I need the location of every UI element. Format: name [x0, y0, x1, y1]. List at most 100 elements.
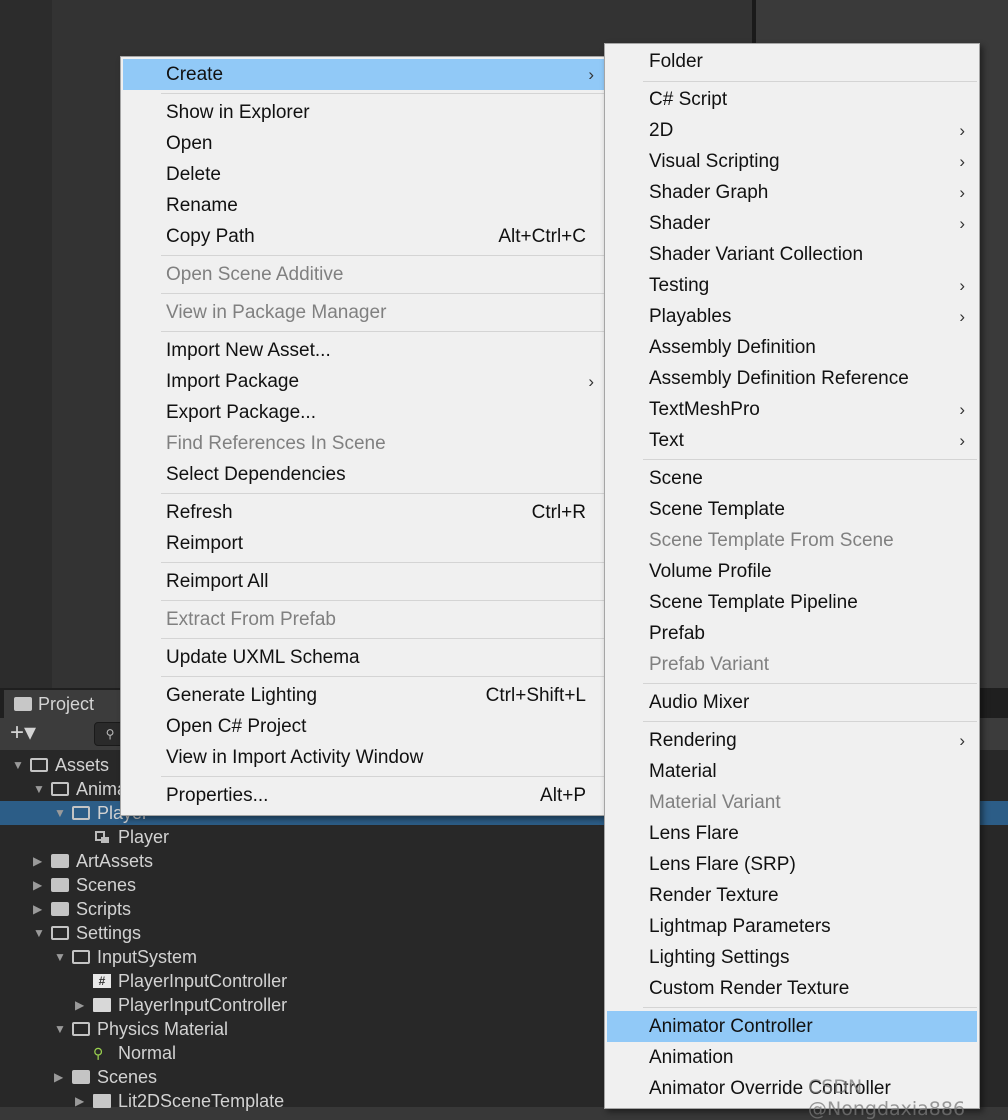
- menu-separator: [161, 562, 606, 563]
- collapse-arrow-icon[interactable]: ▶: [54, 1065, 66, 1089]
- create-item-prefab[interactable]: Prefab: [607, 618, 977, 649]
- collapse-arrow-icon[interactable]: ▶: [75, 993, 87, 1017]
- menu-item-label: Find References In Scene: [166, 433, 386, 454]
- expand-arrow-icon[interactable]: ▼: [33, 921, 45, 945]
- create-item-text[interactable]: Text ›: [607, 425, 977, 456]
- menu-item-properties[interactable]: Properties... Alt+P: [123, 780, 606, 811]
- create-item-render-texture[interactable]: Render Texture: [607, 880, 977, 911]
- menu-item-create[interactable]: Create ›: [123, 59, 606, 90]
- menu-item-open-c-project[interactable]: Open C# Project: [123, 711, 606, 742]
- create-item-volume-profile[interactable]: Volume Profile: [607, 556, 977, 587]
- shortcut-label: Alt+P: [540, 785, 586, 806]
- scene-template-icon: [93, 1094, 111, 1108]
- collapse-arrow-icon[interactable]: ▶: [33, 849, 45, 873]
- create-item-shader[interactable]: Shader ›: [607, 208, 977, 239]
- expand-arrow-icon[interactable]: ▼: [33, 777, 45, 801]
- create-item-2d[interactable]: 2D ›: [607, 115, 977, 146]
- menu-item-delete[interactable]: Delete: [123, 159, 606, 190]
- tree-item-label: PlayerInputController: [118, 995, 288, 1015]
- menu-item-label: Open C# Project: [166, 716, 307, 737]
- animator-icon: [93, 830, 111, 844]
- menu-item-label: Import Package: [166, 371, 300, 392]
- menu-item-label: Copy Path: [166, 226, 255, 247]
- create-item-label: Lightmap Parameters: [649, 916, 831, 937]
- create-submenu: Folder C# Script 2D › Visual Scripting › Shade…: [604, 43, 980, 1109]
- menu-item-import-new-asset[interactable]: Import New Asset...: [123, 335, 606, 366]
- create-item-label: Scene Template: [649, 499, 785, 520]
- create-item-material[interactable]: Material: [607, 756, 977, 787]
- collapse-arrow-icon[interactable]: ▶: [75, 1089, 87, 1113]
- create-item-lighting-settings[interactable]: Lighting Settings: [607, 942, 977, 973]
- menu-item-export-package[interactable]: Export Package...: [123, 397, 606, 428]
- create-item-lightmap-parameters[interactable]: Lightmap Parameters: [607, 911, 977, 942]
- expand-arrow-icon[interactable]: ▼: [54, 801, 66, 825]
- create-item-scene-template-pipeline[interactable]: Scene Template Pipeline: [607, 587, 977, 618]
- create-item-assembly-definition-reference[interactable]: Assembly Definition Reference: [607, 363, 977, 394]
- create-item-audio-mixer[interactable]: Audio Mixer: [607, 687, 977, 718]
- menu-item-rename[interactable]: Rename: [123, 190, 606, 221]
- menu-separator: [161, 776, 606, 777]
- menu-item-update-uxml-schema[interactable]: Update UXML Schema: [123, 642, 606, 673]
- tree-item-label: Assets: [55, 755, 110, 775]
- tree-item-label: PlayerInputController: [118, 971, 288, 991]
- create-item-testing[interactable]: Testing ›: [607, 270, 977, 301]
- expand-arrow-icon[interactable]: ▼: [54, 945, 66, 969]
- shortcut-label: Alt+Ctrl+C: [498, 226, 586, 247]
- create-item-lens-flare[interactable]: Lens Flare: [607, 818, 977, 849]
- menu-item-import-package[interactable]: Import Package ›: [123, 366, 606, 397]
- menu-item-reimport-all[interactable]: Reimport All: [123, 566, 606, 597]
- create-item-rendering[interactable]: Rendering ›: [607, 725, 977, 756]
- menu-item-reimport[interactable]: Reimport: [123, 528, 606, 559]
- menu-item-find-references-in-scene: Find References In Scene: [123, 428, 606, 459]
- create-item-c-script[interactable]: C# Script: [607, 84, 977, 115]
- create-item-assembly-definition[interactable]: Assembly Definition: [607, 332, 977, 363]
- create-item-label: Render Texture: [649, 885, 779, 906]
- create-item-shader-graph[interactable]: Shader Graph ›: [607, 177, 977, 208]
- menu-item-show-in-explorer[interactable]: Show in Explorer: [123, 97, 606, 128]
- submenu-arrow-icon: ›: [588, 65, 594, 84]
- create-item-playables[interactable]: Playables ›: [607, 301, 977, 332]
- create-item-label: Shader Variant Collection: [649, 244, 864, 265]
- folder-open-icon: [72, 1022, 90, 1036]
- collapse-arrow-icon[interactable]: ▶: [33, 897, 45, 921]
- menu-item-label: Open: [166, 133, 213, 154]
- add-asset-button[interactable]: +▾: [10, 720, 36, 746]
- submenu-arrow-icon: ›: [959, 152, 965, 171]
- menu-item-generate-lighting[interactable]: Generate Lighting Ctrl+Shift+L: [123, 680, 606, 711]
- create-item-animator-controller[interactable]: Animator Controller: [607, 1011, 977, 1042]
- create-item-folder[interactable]: Folder: [607, 46, 977, 77]
- create-item-material-variant: Material Variant: [607, 787, 977, 818]
- tree-item-label: ArtAssets: [76, 851, 154, 871]
- menu-item-open[interactable]: Open: [123, 128, 606, 159]
- create-item-label: Scene Template Pipeline: [649, 592, 858, 613]
- create-item-textmeshpro[interactable]: TextMeshPro ›: [607, 394, 977, 425]
- menu-item-select-dependencies[interactable]: Select Dependencies: [123, 459, 606, 490]
- context-menu: Create › Show in Explorer Open Delete Rename C…: [120, 56, 609, 816]
- create-item-label: Text: [649, 430, 684, 451]
- collapse-arrow-icon[interactable]: ▶: [33, 873, 45, 897]
- create-item-visual-scripting[interactable]: Visual Scripting ›: [607, 146, 977, 177]
- tab-project[interactable]: Project: [4, 690, 124, 718]
- create-item-animation[interactable]: Animation: [607, 1042, 977, 1073]
- tree-item-label: Player: [118, 827, 170, 847]
- menu-item-open-scene-additive: Open Scene Additive: [123, 259, 606, 290]
- menu-item-copy-path[interactable]: Copy Path Alt+Ctrl+C: [123, 221, 606, 252]
- physics-material-icon: ⚲: [93, 1045, 104, 1061]
- menu-separator: [643, 1007, 977, 1008]
- menu-item-view-in-import-activity-window[interactable]: View in Import Activity Window: [123, 742, 606, 773]
- menu-item-label: Open Scene Additive: [166, 264, 344, 285]
- submenu-arrow-icon: ›: [959, 731, 965, 750]
- create-item-shader-variant-collection[interactable]: Shader Variant Collection: [607, 239, 977, 270]
- expand-arrow-icon[interactable]: ▼: [54, 1017, 66, 1041]
- expand-arrow-icon[interactable]: ▼: [12, 753, 24, 777]
- menu-item-label: Show in Explorer: [166, 102, 310, 123]
- create-item-label: Material: [649, 761, 717, 782]
- create-item-scene[interactable]: Scene: [607, 463, 977, 494]
- menu-separator: [161, 676, 606, 677]
- create-item-scene-template[interactable]: Scene Template: [607, 494, 977, 525]
- create-item-label: Scene Template From Scene: [649, 530, 894, 551]
- menu-item-refresh[interactable]: Refresh Ctrl+R: [123, 497, 606, 528]
- create-item-lens-flare-srp[interactable]: Lens Flare (SRP): [607, 849, 977, 880]
- create-item-custom-render-texture[interactable]: Custom Render Texture: [607, 973, 977, 1004]
- menu-item-label: Delete: [166, 164, 221, 185]
